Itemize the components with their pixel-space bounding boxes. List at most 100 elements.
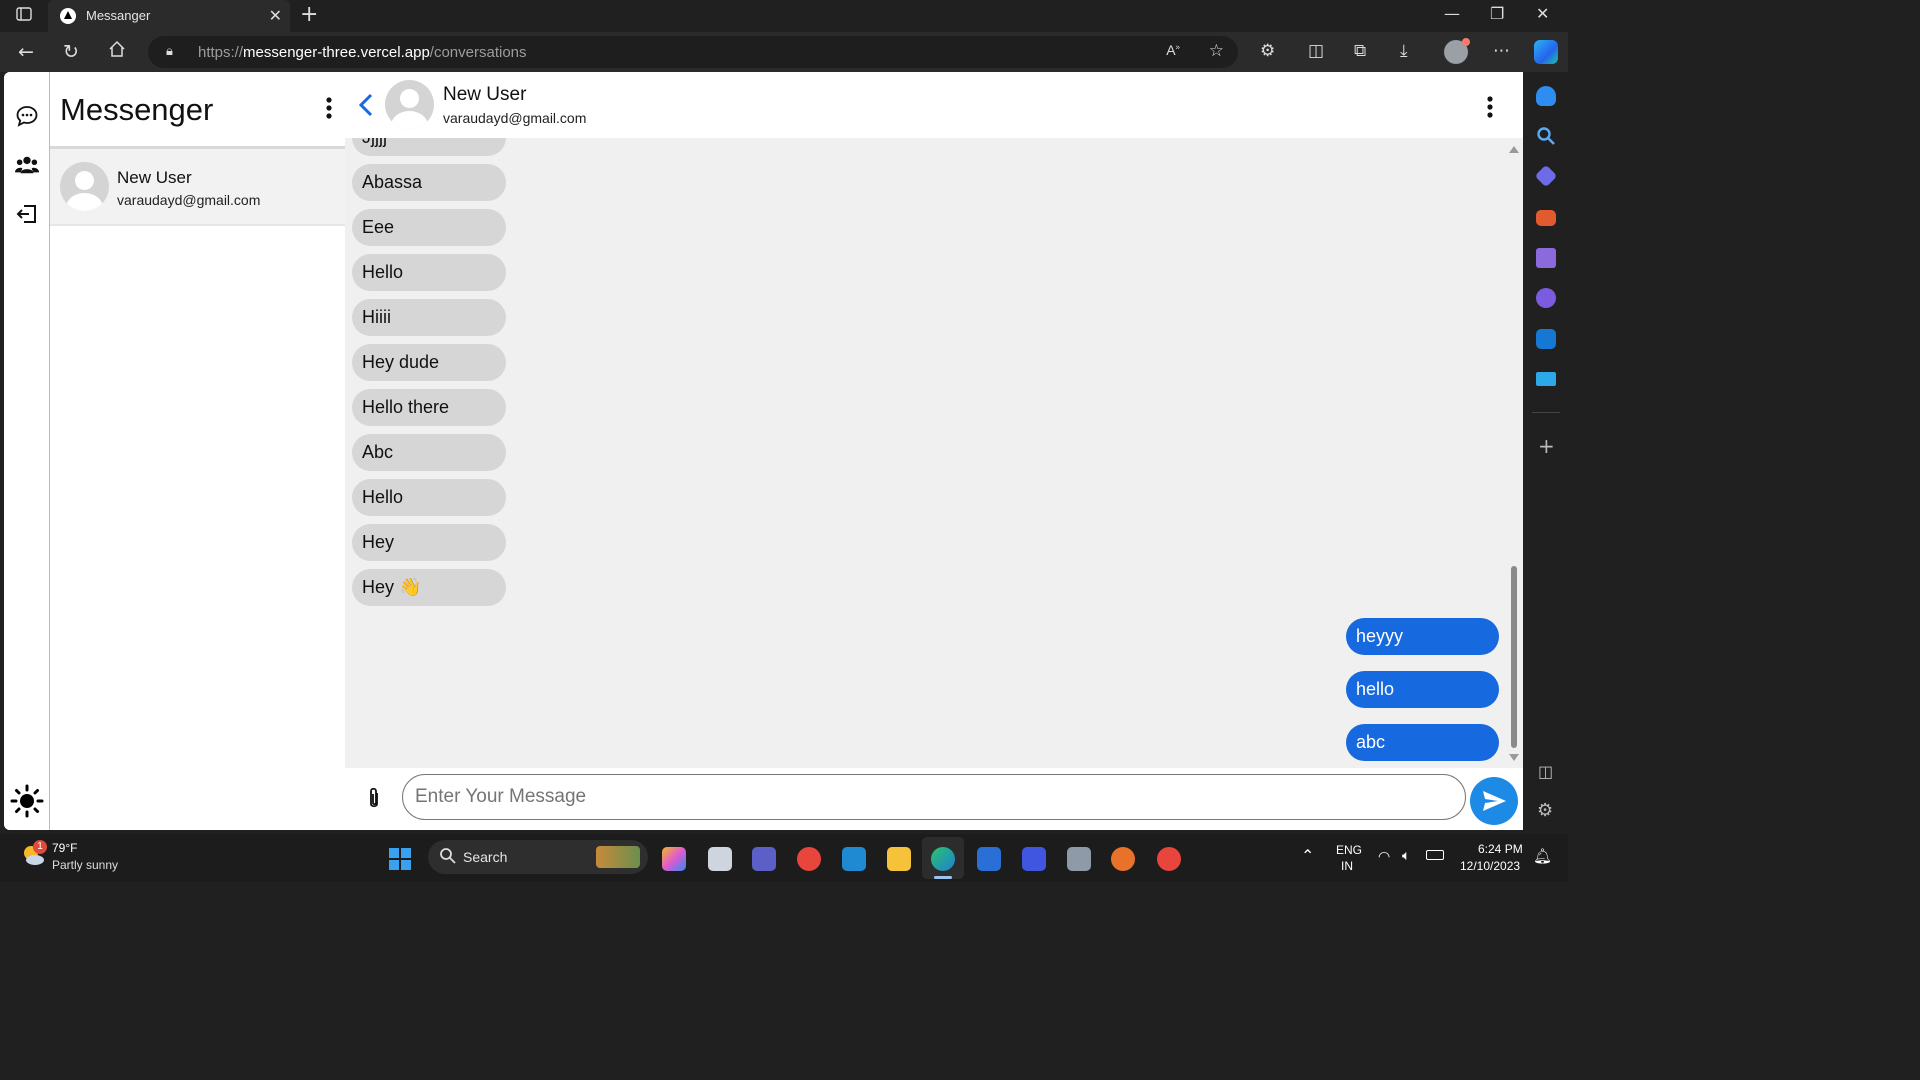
tab-actions-icon[interactable]	[16, 6, 32, 26]
incoming-message: Hello there	[352, 389, 506, 426]
calculator-icon[interactable]	[1067, 847, 1091, 871]
minimize-icon[interactable]: —	[1444, 4, 1460, 23]
chat-contact-name: New User	[443, 84, 527, 105]
copilot-preview-icon[interactable]	[662, 847, 686, 871]
drop-send-icon[interactable]	[1536, 372, 1556, 386]
downloads-icon[interactable]: ⤓	[1400, 41, 1408, 61]
conversation-list-panel: Messenger New User varaudayd@gmail.com	[50, 72, 345, 830]
language-top[interactable]: ENG	[1336, 843, 1362, 857]
wifi-icon[interactable]: ◠	[1378, 848, 1390, 865]
outlook-icon[interactable]	[1536, 329, 1556, 349]
logout-icon[interactable]	[15, 202, 39, 226]
notification-bell-icon[interactable]: 🔔︎	[1533, 847, 1552, 865]
microsoft-365-icon[interactable]	[1536, 288, 1556, 308]
chat-header: New User varaudayd@gmail.com	[345, 72, 1523, 138]
more-options-icon[interactable]: ⋯	[1493, 41, 1510, 61]
profile-avatar-icon[interactable]	[1444, 38, 1470, 64]
theme-toggle-sun-icon[interactable]	[10, 784, 44, 818]
firefox-icon[interactable]	[1111, 847, 1135, 871]
incoming-message: Hey	[352, 524, 506, 561]
tab-title: Messanger	[86, 8, 151, 23]
start-windows-icon[interactable]	[388, 847, 412, 871]
message-input[interactable]	[402, 774, 1466, 820]
incoming-message: Abc	[352, 434, 506, 471]
url-text: https://messenger-three.vercel.app/conve…	[198, 44, 527, 61]
avatar	[60, 162, 109, 211]
incoming-message: Hello	[352, 479, 506, 516]
incoming-message: Hello	[352, 254, 506, 291]
read-aloud-icon[interactable]: A»	[1166, 42, 1180, 58]
window-close-icon[interactable]: ✕	[1536, 4, 1549, 23]
scrollbar-thumb[interactable]	[1511, 566, 1517, 748]
file-explorer-icon[interactable]	[887, 847, 911, 871]
clock-date[interactable]: 12/10/2023	[1460, 859, 1520, 873]
restore-icon[interactable]: ❐	[1490, 4, 1504, 23]
games-icon[interactable]	[1536, 248, 1556, 268]
menu-kebab-icon[interactable]	[326, 96, 332, 120]
chat-menu-kebab-icon[interactable]	[1487, 96, 1493, 118]
volume-icon[interactable]: 🔈︎	[1402, 847, 1410, 864]
vscode-icon[interactable]	[842, 847, 866, 871]
tab-close-icon[interactable]: ✕	[269, 6, 282, 26]
active-app-indicator	[934, 876, 952, 879]
new-tab-icon[interactable]: +	[300, 2, 318, 27]
attachment-clip-icon[interactable]	[363, 786, 385, 812]
web-page: Messenger New User varaudayd@gmail.com N…	[4, 72, 1523, 830]
microsoft-store-icon[interactable]	[977, 847, 1001, 871]
vercel-favicon-icon	[60, 8, 76, 24]
teams-icon[interactable]	[752, 847, 776, 871]
extensions-icon[interactable]: ⚙	[1260, 41, 1275, 61]
show-hidden-icons-chevron-icon[interactable]: ⌃	[1301, 846, 1314, 866]
collections-icon[interactable]: ⧉	[1354, 41, 1366, 61]
clock-time[interactable]: 6:24 PM	[1478, 842, 1523, 856]
language-bottom[interactable]: IN	[1341, 859, 1353, 873]
conversation-name: New User	[117, 168, 192, 187]
lock-icon[interactable]: 🔒︎	[166, 43, 173, 59]
scroll-down-arrow-icon[interactable]	[1509, 754, 1519, 761]
copilot-icon[interactable]	[1534, 40, 1558, 64]
conversation-item[interactable]: New User varaudayd@gmail.com	[50, 149, 345, 226]
app-icon[interactable]	[1022, 847, 1046, 871]
taskbar-search[interactable]: Search	[428, 840, 648, 874]
windows-taskbar: 1 79°F Partly sunny Search ⌃ ENG IN ◠ 🔈︎…	[0, 834, 1568, 882]
address-bar[interactable]: 🔒︎ https://messenger-three.vercel.app/co…	[148, 36, 1238, 68]
chats-icon[interactable]	[15, 104, 39, 128]
chrome-profile-icon[interactable]	[1157, 847, 1181, 871]
sidebar-settings-icon[interactable]: ⚙	[1537, 800, 1553, 821]
edge-sidebar: + ◫ ⚙	[1524, 72, 1568, 830]
browser-tab[interactable]: Messanger ✕	[48, 0, 290, 32]
incoming-message: Abassa	[352, 164, 506, 201]
chat-avatar	[385, 80, 434, 129]
split-screen-icon[interactable]: ◫	[1308, 41, 1324, 61]
task-view-icon[interactable]	[708, 847, 732, 871]
app-title: Messenger	[60, 92, 214, 127]
back-chevron-icon[interactable]	[357, 92, 375, 118]
search-highlight-icon	[596, 846, 640, 868]
tools-briefcase-icon[interactable]	[1536, 210, 1556, 226]
incoming-message: Hey dude	[352, 344, 506, 381]
incoming-message: Hey 👋	[352, 569, 506, 606]
edge-icon[interactable]	[931, 847, 955, 871]
chat-contact-email: varaudayd@gmail.com	[443, 110, 587, 126]
favorite-star-icon[interactable]: ☆	[1209, 41, 1224, 61]
home-icon[interactable]	[108, 40, 126, 64]
search-icon	[439, 847, 457, 868]
chrome-icon[interactable]	[797, 847, 821, 871]
outgoing-message: abc	[1346, 724, 1499, 761]
incoming-message: Eee	[352, 209, 506, 246]
battery-icon[interactable]	[1426, 850, 1444, 860]
back-arrow-icon[interactable]: ←	[18, 40, 34, 64]
refresh-icon[interactable]: ↻	[63, 40, 79, 64]
message-list: Jjjjj Abassa Eee Hello Hiiii Hey dude He…	[345, 138, 1523, 768]
shopping-tag-icon[interactable]	[1534, 164, 1558, 188]
users-icon[interactable]	[15, 153, 39, 177]
search-icon[interactable]	[1536, 126, 1556, 146]
browser-tab-bar: Messanger ✕ + — ❐ ✕	[0, 0, 1568, 32]
send-button[interactable]	[1470, 777, 1518, 825]
notifications-bell-icon[interactable]	[1536, 86, 1556, 106]
messages-scrollbar[interactable]	[1508, 138, 1520, 768]
incoming-message: Hiiii	[352, 299, 506, 336]
hide-sidebar-icon[interactable]: ◫	[1538, 762, 1553, 781]
scroll-up-arrow-icon[interactable]	[1509, 146, 1519, 153]
add-sidebar-app-icon[interactable]: +	[1538, 434, 1555, 458]
